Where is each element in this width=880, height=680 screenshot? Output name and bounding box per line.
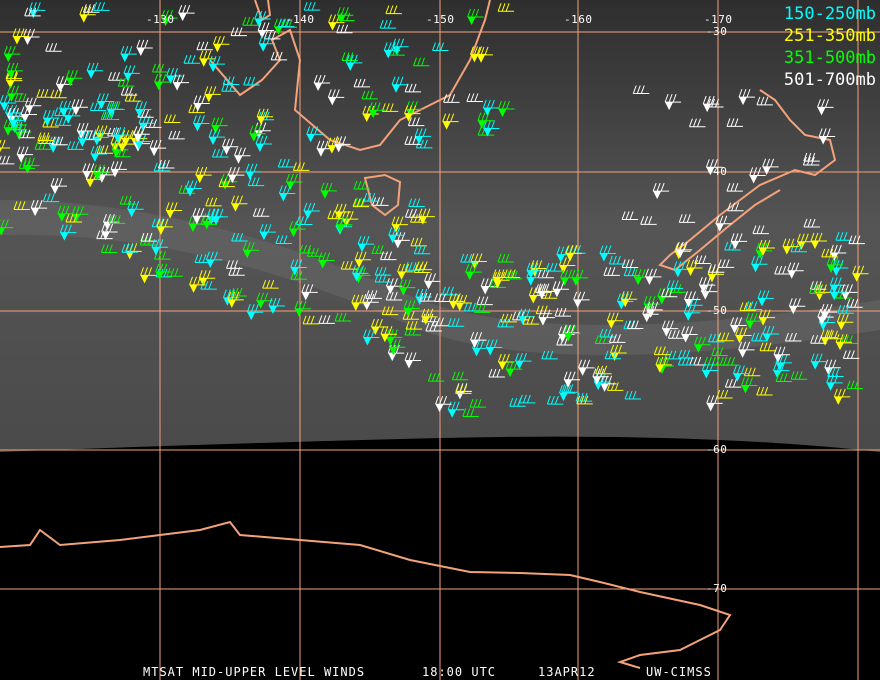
longitude-label: -140 [286, 13, 315, 26]
caption-time: 18:00 UTC [422, 665, 497, 679]
legend-351-500mb: 351-500mb [783, 48, 876, 68]
caption-bar: MTSAT MID-UPPER LEVEL WINDS 18:00 UTC 13… [0, 595, 880, 679]
longitude-label: -150 [426, 13, 455, 26]
caption-title: MTSAT MID-UPPER LEVEL WINDS [143, 665, 366, 679]
satellite-wind-map: -130 -140 -150 -160 -170 -30 -40 -50 -60 -70 150… [0, 0, 880, 680]
longitude-label: -160 [564, 13, 593, 26]
caption-source: UW-CIMSS [646, 665, 712, 679]
longitude-label: -130 [146, 13, 175, 26]
latitude-label: -70 [706, 582, 728, 595]
legend-251-350mb: 251-350mb [783, 26, 876, 46]
map-canvas [0, 0, 880, 680]
caption-date: 13APR12 [538, 665, 596, 679]
latitude-label: -40 [706, 165, 728, 178]
legend-150-250mb: 150-250mb [783, 4, 876, 24]
latitude-label: -60 [706, 443, 728, 456]
latitude-label: -30 [706, 25, 728, 38]
latitude-label: -50 [706, 304, 728, 317]
legend-501-700mb: 501-700mb [783, 70, 876, 90]
